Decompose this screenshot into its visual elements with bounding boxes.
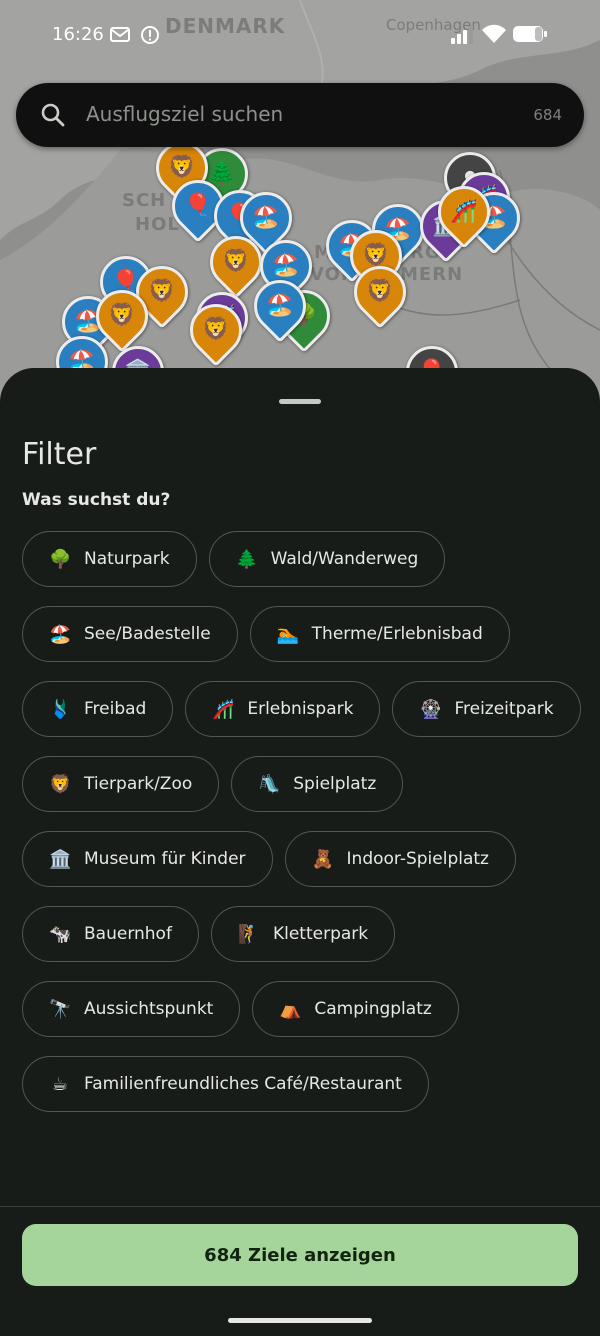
tree-icon: 🌳 [49,548,72,570]
map-label-region-2: HOL [135,214,180,235]
coffee-icon: ☕ [51,1073,69,1095]
chip-label: Museum für Kinder [84,849,246,869]
sheet-subtitle: Was suchst du? [22,490,171,510]
chip-tierpark-zoo[interactable]: 🦁 Tierpark/Zoo [22,756,220,812]
chip-bauernhof[interactable]: 🐄 Bauernhof [22,906,199,962]
evergreen-tree-icon: 🌲 [235,548,259,570]
tent-icon: ⛺ [279,998,302,1020]
signal-icon [451,26,473,44]
chip-label: Aussichtspunkt [84,999,214,1019]
swimmer-icon: 🏊 [276,623,300,645]
chip-label: Campingplatz [314,999,432,1019]
chip-label: Therme/Erlebnisbad [311,624,483,644]
status-time: 16:26 [52,24,104,45]
chip-museum-fuer-kinder[interactable]: 🏛️ Museum für Kinder [22,831,273,887]
chip-label: Erlebnispark [247,699,354,719]
map-label-region-5: MERN [400,264,464,285]
mail-icon [110,27,130,42]
status-bar: 16:26 [0,14,600,54]
search-bar[interactable]: Ausflugsziel suchen 684 [16,83,584,147]
chip-label: Indoor-Spielplatz [346,849,489,869]
slide-icon: 🛝 [258,773,281,795]
teddy-bear-icon: 🧸 [311,848,334,870]
chip-label: Familienfreundliches Café/Restaurant [84,1074,402,1094]
telescope-icon: 🔭 [49,998,72,1020]
chip-label: Spielplatz [293,774,377,794]
chip-see-badestelle[interactable]: 🏖️ See/Badestelle [22,606,238,662]
alert-icon [141,26,159,44]
climber-icon: 🧗 [237,923,261,945]
chip-erlebnispark[interactable]: 🎢 Erlebnispark [185,681,381,737]
chip-indoor-spielplatz[interactable]: 🧸 Indoor-Spielplatz [284,831,516,887]
chip-label: Naturpark [84,549,170,569]
chip-spielplatz[interactable]: 🛝 Spielplatz [231,756,404,812]
system-home-indicator[interactable] [228,1318,372,1323]
show-results-button[interactable]: 684 Ziele anzeigen [22,1224,578,1286]
chip-label: Freibad [84,699,147,719]
beach-umbrella-icon: 🏖️ [49,623,72,645]
chip-familienfreundliches-cafe[interactable]: ☕ Familienfreundliches Café/Restaurant [22,1056,429,1112]
chip-freizeitpark[interactable]: 🎡 Freizeitpark [392,681,581,737]
swimsuit-icon: 🩱 [49,698,72,720]
chip-label: Wald/Wanderweg [270,549,419,569]
map-label-region-1: SCH [122,190,167,211]
museum-icon: 🏛️ [49,848,72,870]
ferris-wheel-icon: 🎡 [419,698,442,720]
chip-wald-wanderweg[interactable]: 🌲 Wald/Wanderweg [208,531,446,587]
result-count: 684 [533,106,562,124]
sheet-drag-handle[interactable] [279,399,321,404]
chip-label: Kletterpark [272,924,369,944]
sheet-title: Filter [22,437,97,472]
wifi-icon [482,24,506,43]
battery-icon [513,26,547,42]
chip-therme-erlebnisbad[interactable]: 🏊 Therme/Erlebnisbad [249,606,510,662]
chip-label: Tierpark/Zoo [84,774,193,794]
chip-freibad[interactable]: 🩱 Freibad [22,681,174,737]
filter-bottom-sheet: Filter Was suchst du? 🌳 Naturpark 🌲 Wald/W… [0,368,600,1336]
chip-label: See/Badestelle [84,624,211,644]
cow-icon: 🐄 [49,923,72,945]
chip-kletterpark[interactable]: 🧗 Kletterpark [210,906,396,962]
chip-aussichtspunkt[interactable]: 🔭 Aussichtspunkt [22,981,241,1037]
chip-label: Bauernhof [84,924,172,944]
filter-chip-group: 🌳 Naturpark 🌲 Wald/Wanderweg 🏖️ See/Badeste… [22,531,582,1112]
chip-naturpark[interactable]: 🌳 Naturpark [22,531,197,587]
divider [0,1206,600,1207]
lion-icon: 🦁 [49,773,72,795]
roller-coaster-icon: 🎢 [212,698,235,720]
search-input[interactable]: Ausflugsziel suchen [86,102,283,126]
search-icon[interactable] [40,102,66,128]
map-view[interactable]: DENMARK Copenhagen SCH HOL M VORP MERN R… [0,0,600,420]
chip-label: Freizeitpark [454,699,554,719]
chip-campingplatz[interactable]: ⛺ Campingplatz [252,981,459,1037]
